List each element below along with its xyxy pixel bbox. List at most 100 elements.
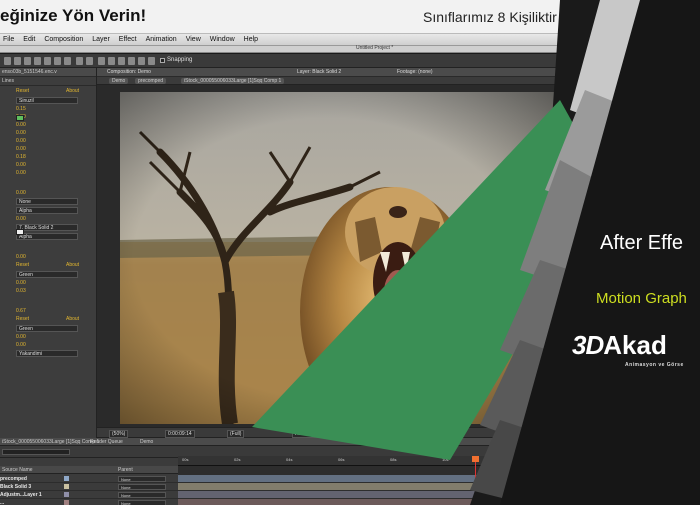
effect-value[interactable]: 0.00	[0, 122, 96, 129]
effect-about-link[interactable]: About	[66, 316, 79, 322]
effect-reset-link[interactable]: Reset	[16, 316, 29, 322]
time-ruler[interactable]: 00s 02s 04s 06s 08s 10s 12s 14s 16s 18s	[178, 456, 700, 466]
effect-controls-tab[interactable]: Lines	[0, 77, 96, 86]
effect-value[interactable]: 0.00	[0, 146, 96, 153]
views-dropdown[interactable]: 1 View	[342, 430, 363, 438]
layer-parent-dropdown[interactable]: None	[118, 492, 166, 498]
menu-edit[interactable]: Edit	[23, 36, 35, 43]
effect-value[interactable]: 0.00	[0, 190, 96, 197]
zoom-tool-icon[interactable]	[34, 57, 41, 65]
nav-precomped[interactable]: precomped	[135, 78, 167, 84]
layer-row[interactable]: precomped None	[0, 475, 178, 483]
menu-effect[interactable]: Effect	[119, 36, 137, 43]
effect-value[interactable]: 0.00	[0, 342, 96, 349]
brush-tool-icon[interactable]	[108, 57, 115, 65]
layer-duration-bar[interactable]	[178, 483, 578, 490]
effect-dropdown[interactable]: Sinuzil	[16, 97, 78, 104]
layer-parent-dropdown[interactable]: None	[118, 476, 166, 482]
camera-dropdown[interactable]: Active Camera	[292, 430, 331, 438]
effect-dropdown[interactable]: Alpha	[16, 207, 78, 214]
tab-footage[interactable]: Footage: (none)	[397, 69, 433, 75]
column-parent[interactable]: Parent	[118, 467, 133, 473]
selection-tool-icon[interactable]	[14, 57, 21, 65]
effect-value[interactable]: 0.00	[0, 334, 96, 341]
nav-istock-comp[interactable]: iStock_000055006033Large [1]Sqq Comp 1	[181, 78, 285, 84]
layer-label-color[interactable]	[64, 484, 69, 489]
effect-about-link[interactable]: About	[66, 88, 79, 94]
effect-dropdown[interactable]: Yakandimi	[16, 350, 78, 357]
effect-value[interactable]: 0.00	[0, 254, 96, 261]
effect-dropdown[interactable]: None	[16, 198, 78, 205]
tab-composition[interactable]: Composition: Demo	[107, 69, 151, 75]
column-source-name[interactable]: Source Name	[2, 467, 33, 473]
tab-layer[interactable]: Layer: Black Solid 2	[297, 69, 341, 75]
zoom-dropdown[interactable]: (50%)	[109, 430, 129, 438]
hand-tool-icon[interactable]	[24, 57, 31, 65]
layer-label-color[interactable]	[64, 476, 69, 481]
puppet-tool-icon[interactable]	[148, 57, 155, 65]
layer-duration-bar[interactable]	[178, 491, 578, 498]
effect-value[interactable]: 0.00	[0, 162, 96, 169]
menu-window[interactable]: Window	[210, 36, 235, 43]
layer-row[interactable]: Black Solid 3 None	[0, 483, 178, 491]
effect-value[interactable]: 0.00	[0, 138, 96, 145]
menu-layer[interactable]: Layer	[92, 36, 110, 43]
layer-label-color[interactable]	[64, 492, 69, 497]
color-swatch-green[interactable]	[16, 115, 24, 121]
rectangle-tool-icon[interactable]	[76, 57, 83, 65]
layer-duration-bar[interactable]	[178, 499, 578, 505]
pan-behind-tool-icon[interactable]	[64, 57, 71, 65]
resolution-dropdown[interactable]: (Full)	[227, 430, 245, 438]
effect-value[interactable]: 0.18	[0, 154, 96, 161]
layer-parent-dropdown[interactable]: None	[118, 500, 166, 505]
nav-demo[interactable]: Demo	[109, 78, 129, 84]
effect-value[interactable]: 0.67	[0, 308, 96, 315]
layer-label-color[interactable]	[64, 500, 69, 505]
tab-render-queue[interactable]: Render Queue	[90, 439, 123, 445]
effect-dropdown[interactable]: Green	[16, 271, 78, 278]
layer-name[interactable]: ...	[0, 500, 4, 505]
roto-brush-tool-icon[interactable]	[138, 57, 145, 65]
layer-row[interactable]: Adjustm...Layer 1 None	[0, 491, 178, 499]
effect-reset-link[interactable]: Reset	[16, 262, 29, 268]
camera-tool-icon[interactable]	[54, 57, 61, 65]
effect-reset-link[interactable]: Reset	[16, 88, 29, 94]
menu-composition[interactable]: Composition	[44, 36, 83, 43]
rotate-tool-icon[interactable]	[44, 57, 51, 65]
effect-value[interactable]: 0.03	[0, 288, 96, 295]
type-tool-icon[interactable]	[98, 57, 105, 65]
color-swatch-white[interactable]	[16, 229, 24, 235]
menu-animation[interactable]: Animation	[146, 36, 177, 43]
eraser-tool-icon[interactable]	[128, 57, 135, 65]
effect-dropdown[interactable]: 7. Black Solid 2	[16, 224, 78, 231]
current-time-display[interactable]: 0:00:09:14	[165, 430, 195, 438]
layer-row[interactable]: ... None	[0, 499, 178, 505]
clone-stamp-tool-icon[interactable]	[118, 57, 125, 65]
effect-value[interactable]: 0.15	[0, 106, 96, 113]
layer-parent-dropdown[interactable]: None	[118, 484, 166, 490]
effect-dropdown[interactable]: Alpha	[16, 233, 78, 240]
tab-timeline-comp[interactable]: iStock_000055006033Large [1]Sqq Comp 1	[2, 439, 99, 445]
pen-tool-icon[interactable]	[86, 57, 93, 65]
effect-dropdown[interactable]: Green	[16, 325, 78, 332]
effect-value[interactable]: 0.00	[0, 170, 96, 177]
effect-value[interactable]: 0.00	[0, 216, 96, 223]
tab-demo[interactable]: Demo	[140, 439, 153, 445]
layer-name[interactable]: Adjustm...Layer 1	[0, 492, 42, 498]
layer-name[interactable]: precomped	[0, 476, 27, 482]
exposure-value[interactable]: +0.0	[429, 430, 443, 436]
snapping-checkbox[interactable]	[160, 58, 165, 63]
layer-name[interactable]: Black Solid 3	[0, 484, 31, 490]
effect-value[interactable]: 0.00	[0, 130, 96, 137]
playhead-handle[interactable]	[472, 456, 479, 462]
home-tool-icon[interactable]	[4, 57, 11, 65]
menu-file[interactable]: File	[3, 36, 14, 43]
effect-about-link[interactable]: About	[66, 262, 79, 268]
effect-value[interactable]: 0.80	[0, 114, 96, 121]
layer-duration-bar[interactable]	[178, 475, 578, 482]
menu-view[interactable]: View	[186, 36, 201, 43]
timeline-search-field[interactable]	[2, 449, 70, 455]
effect-value[interactable]: 0.00	[0, 280, 96, 287]
menu-help[interactable]: Help	[244, 36, 258, 43]
playhead-line[interactable]	[475, 456, 476, 505]
